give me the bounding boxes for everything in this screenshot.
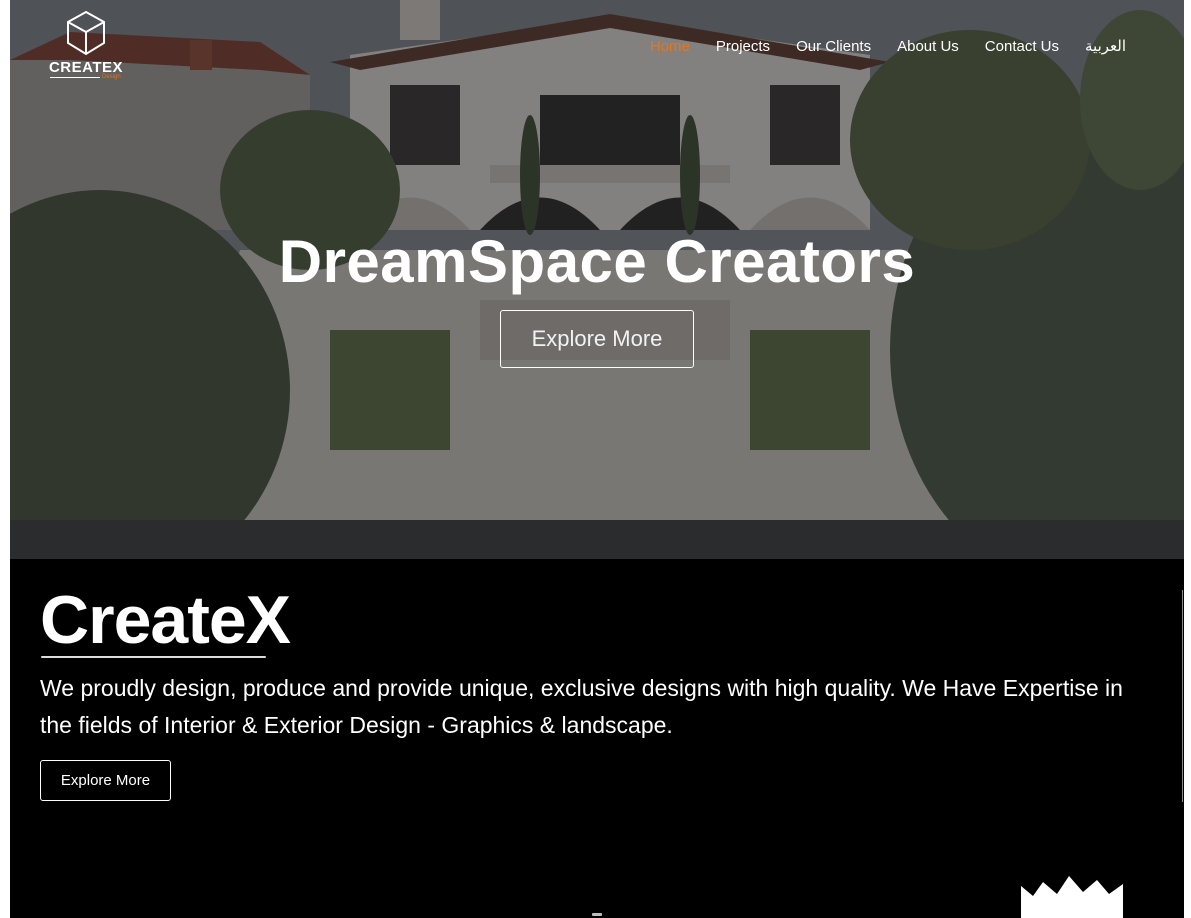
createx-logo[interactable]: CREATEX Design <box>48 10 128 84</box>
about-description: We proudly design, produce and provide u… <box>40 675 1123 738</box>
hero-explore-more-button[interactable]: Explore More <box>500 310 694 368</box>
logo-underline <box>50 77 100 78</box>
hero-section: CREATEX Design Home Projects Our Clients… <box>10 0 1184 559</box>
logo-subtitle: Design <box>102 74 121 80</box>
crown-decoration-icon <box>1021 876 1123 918</box>
about-title-underline <box>41 656 266 658</box>
scroll-indicator <box>592 913 602 916</box>
hero-title: DreamSpace Creators <box>278 228 916 295</box>
about-explore-more-button[interactable]: Explore More <box>40 760 171 801</box>
nav-projects[interactable]: Projects <box>716 36 770 58</box>
section-divider-line <box>1182 590 1183 802</box>
nav-arabic-language[interactable]: العربية <box>1085 36 1126 58</box>
nav-about-us[interactable]: About Us <box>897 36 959 58</box>
nav-contact-us[interactable]: Contact Us <box>985 36 1059 58</box>
about-title: CreateX <box>40 582 291 658</box>
cube-icon <box>67 10 105 56</box>
page: CREATEX Design Home Projects Our Clients… <box>10 0 1184 918</box>
nav-home[interactable]: Home <box>650 36 690 58</box>
main-nav: Home Projects Our Clients About Us Conta… <box>650 36 1126 58</box>
nav-our-clients[interactable]: Our Clients <box>796 36 871 58</box>
